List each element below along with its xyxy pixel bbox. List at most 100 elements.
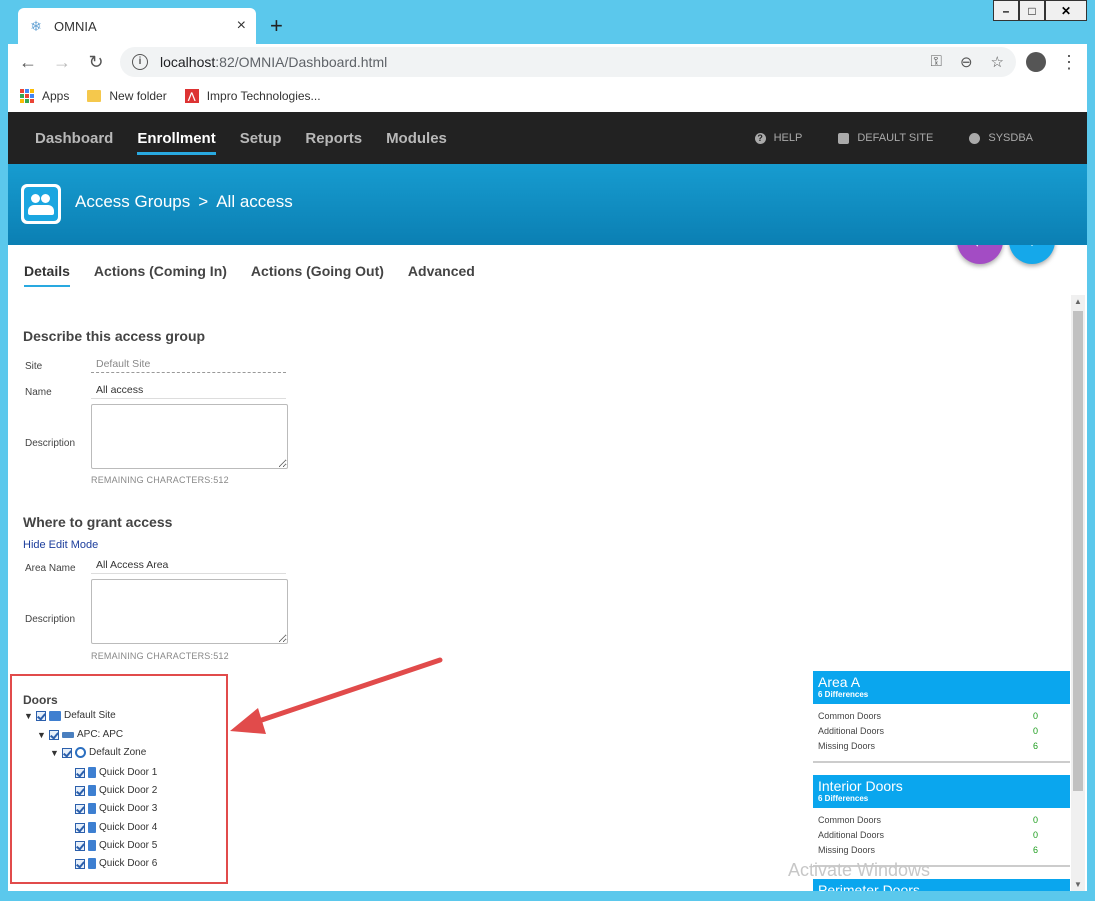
breadcrumb: Access Groups > All access [75,192,293,212]
access-groups-icon [21,184,61,224]
tree-label: Default Zone [89,747,147,758]
tree-node-zone[interactable]: ▼ Default Zone [50,747,146,758]
tree-label: Quick Door 5 [99,840,158,851]
user-icon [969,132,981,144]
help-label: HELP [773,132,803,144]
scrollbar[interactable]: ▲ ▼ [1071,295,1085,891]
nav-enrollment[interactable]: Enrollment [137,130,217,155]
site-info-icon[interactable]: i [132,54,148,70]
tree-label: APC: APC [77,729,124,740]
scroll-up-icon[interactable]: ▲ [1074,297,1082,306]
scrollbar-thumb[interactable] [1073,311,1083,791]
expand-triangle-icon[interactable]: ▼ [37,730,46,740]
close-window-button[interactable]: ✕ [1045,0,1087,21]
tab-close-icon[interactable]: × [237,17,246,35]
back-button[interactable]: ⬅ [957,245,1003,264]
new-tab-button[interactable]: + [270,13,283,39]
folder-icon [87,90,102,102]
expand-triangle-icon[interactable]: ▼ [24,711,33,721]
description-label: Description [25,438,76,449]
tree-node-door[interactable]: Quick Door 3 [75,803,157,814]
bookmark-label: New folder [109,89,167,103]
area-card-name: Perimeter Doors [818,882,920,891]
address-bar[interactable]: i localhost:82/OMNIA/Dashboard.html ⚿ ⊖ … [120,47,1016,77]
area-card-name: Interior Doors [818,778,903,794]
bookmarks-bar: Apps New folder ⋀ Impro Technologies... [8,80,1087,112]
tree-node-door[interactable]: Quick Door 4 [75,822,157,833]
checkbox-icon[interactable] [75,767,85,778]
tab-advanced[interactable]: Advanced [408,263,475,287]
nav-setup[interactable]: Setup [240,130,282,147]
browser-toolbar: ← → ↻ i localhost:82/OMNIA/Dashboard.htm… [8,44,1087,80]
tree-node-door[interactable]: Quick Door 6 [75,858,157,869]
tree-label: Default Site [64,710,116,721]
hide-edit-mode-link[interactable]: Hide Edit Mode [23,539,98,551]
zoom-icon[interactable]: ⊖ [960,53,973,71]
browser-tab[interactable]: ❄ OMNIA × [18,8,256,44]
expand-triangle-icon[interactable]: ▼ [50,748,59,758]
nav-dashboard[interactable]: Dashboard [35,130,113,147]
scroll-down-icon[interactable]: ▼ [1074,880,1082,889]
checkbox-icon[interactable] [75,858,85,869]
checkbox-icon[interactable] [75,803,85,814]
tree-node-door[interactable]: Quick Door 2 [75,785,157,796]
user-label: SYSDBA [988,132,1033,144]
maximize-button[interactable]: □ [1019,0,1045,21]
back-arrow-icon[interactable]: ← [14,52,42,73]
bookmark-new-folder[interactable]: New folder [87,89,167,103]
user-menu[interactable]: SYSDBA [969,132,1033,144]
activate-windows-watermark: Activate Windows [788,860,931,880]
tree-node-controller[interactable]: ▼ APC: APC [37,729,123,740]
minimize-button[interactable]: – [993,0,1019,21]
card-row-value: 0 [1032,814,1038,825]
card-row-value: 6 [1032,740,1038,751]
name-field[interactable] [91,381,286,399]
description-textarea[interactable] [91,404,288,469]
url-host: localhost [160,54,216,70]
checkbox-icon[interactable] [36,710,46,721]
area-name-field[interactable] [91,556,286,574]
door-icon [88,767,96,778]
checkbox-icon[interactable] [62,747,72,758]
checkbox-icon[interactable] [75,840,85,851]
tree-node-door[interactable]: Quick Door 1 [75,767,157,778]
impro-logo-icon: ⋀ [184,89,199,103]
checkbox-icon[interactable] [49,729,59,740]
tree-label: Quick Door 6 [99,858,158,869]
area-card[interactable]: Interior Doors 6 Differences Common Door… [813,775,1070,867]
add-button[interactable]: + [1009,245,1055,264]
menu-kebab-icon[interactable]: ⋮ [1060,52,1078,73]
bookmark-apps[interactable]: Apps [20,89,69,103]
tab-actions-going-out[interactable]: Actions (Going Out) [251,263,384,287]
area-card[interactable]: Area A 6 Differences Common Doors 0 Addit… [813,671,1070,763]
detail-tabs: Details Actions (Coming In) Actions (Goi… [24,263,475,287]
tree-node-site[interactable]: ▼ Default Site [24,710,116,721]
site-label: Site [25,361,43,372]
profile-avatar-icon[interactable] [1026,51,1046,72]
checkbox-icon[interactable] [75,822,85,833]
nav-modules[interactable]: Modules [386,130,447,147]
tree-node-door[interactable]: Quick Door 5 [75,840,157,851]
window-controls: – □ ✕ [993,0,1087,21]
area-card-differences: 6 Differences [818,690,869,699]
tree-label: Quick Door 1 [99,767,158,778]
reload-icon[interactable]: ↻ [82,52,110,73]
tab-actions-coming-in[interactable]: Actions (Coming In) [94,263,227,287]
tab-details[interactable]: Details [24,263,70,287]
card-row-value: 6 [1032,844,1038,855]
card-row-label: Additional Doors [818,829,885,840]
card-row-label: Common Doors [818,814,882,825]
breadcrumb-access-groups[interactable]: Access Groups [75,192,190,212]
tree-label: Quick Door 2 [99,785,158,796]
key-icon[interactable]: ⚿ [931,53,942,71]
site-selector[interactable]: DEFAULT SITE [838,132,933,144]
area-description-textarea[interactable] [91,579,288,644]
area-card-differences: 6 Differences [818,794,869,803]
forward-arrow-icon[interactable]: → [48,52,76,73]
checkbox-icon[interactable] [75,785,85,796]
bookmark-impro[interactable]: ⋀ Impro Technologies... [184,89,321,103]
star-icon[interactable]: ☆ [991,53,1004,71]
site-field[interactable] [91,355,286,373]
nav-reports[interactable]: Reports [305,130,362,147]
help-link[interactable]: ? HELP [754,132,803,144]
